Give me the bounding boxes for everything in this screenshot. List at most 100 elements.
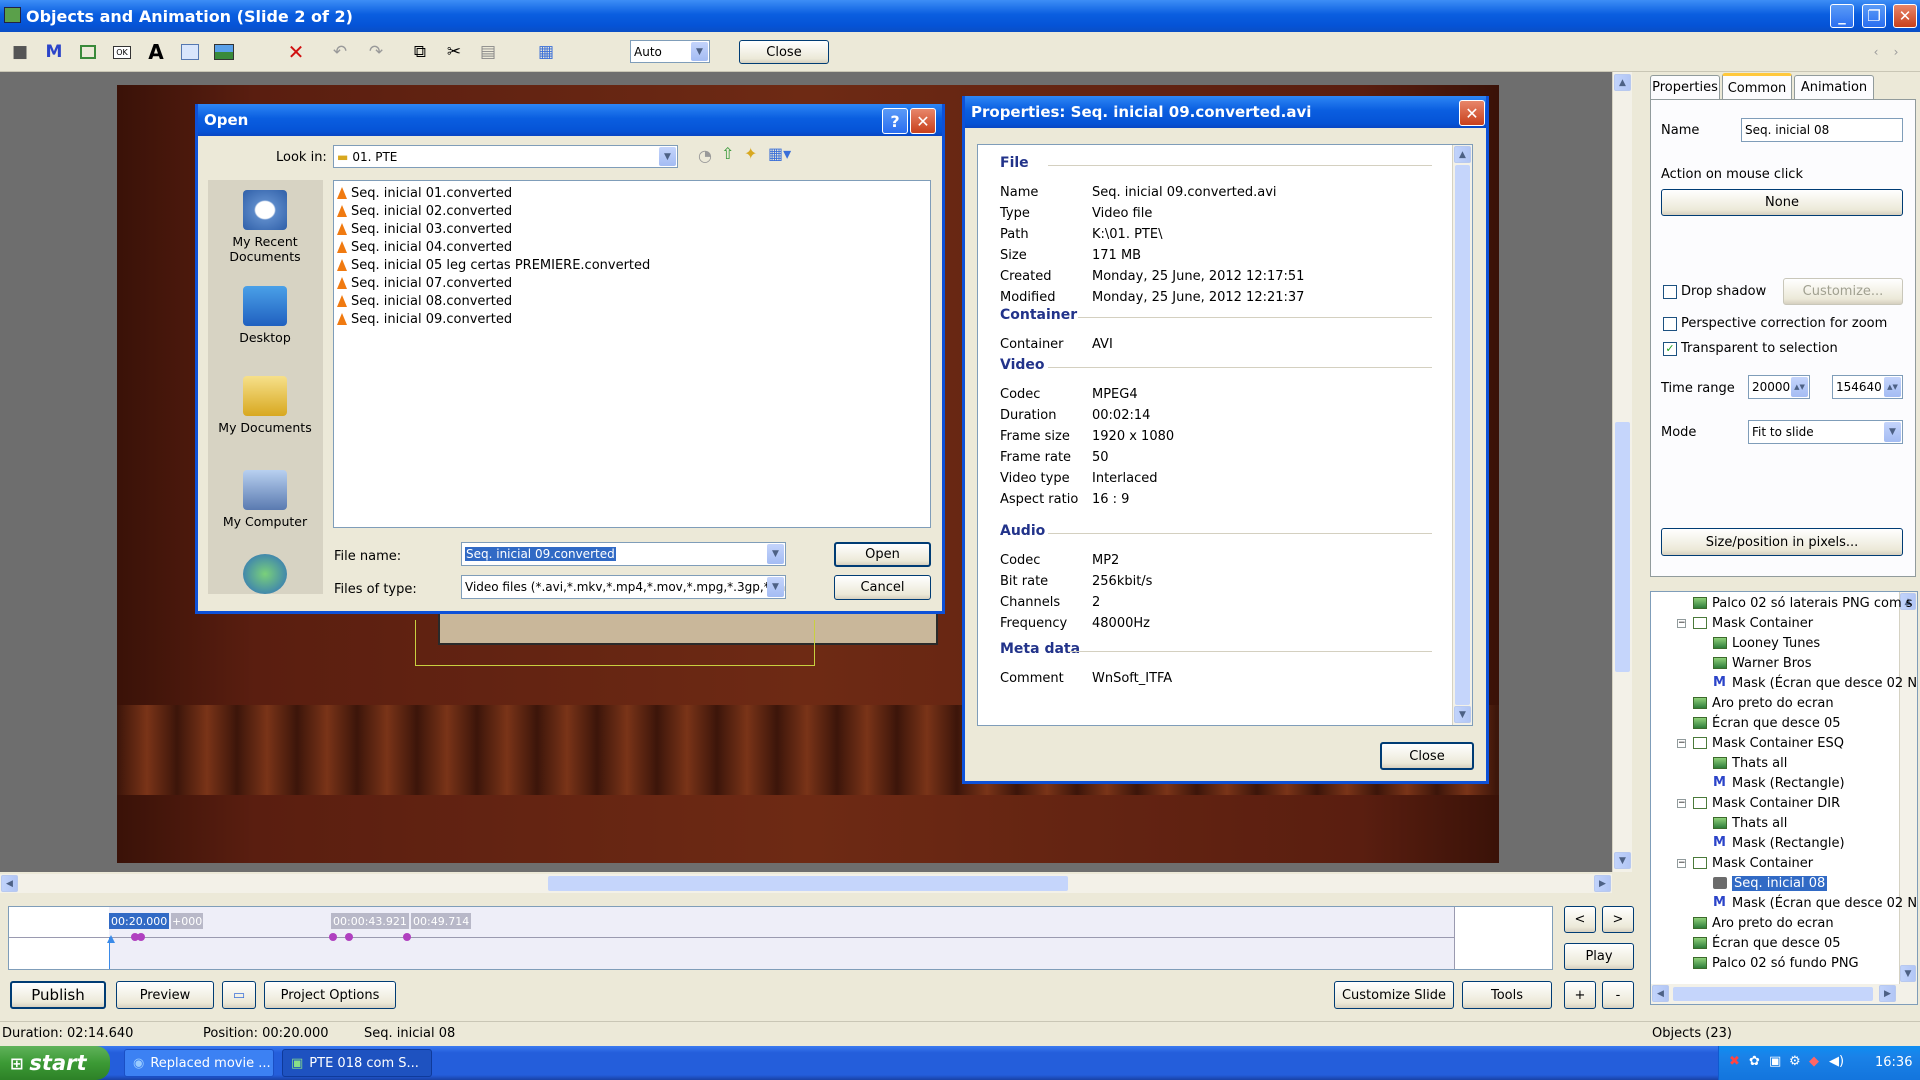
zoom-select[interactable]: Auto ▼ [630,40,710,63]
project-options-button[interactable]: Project Options [264,981,396,1009]
timeline[interactable]: 00:20.000 +000 00:00:43.921 00:49.714 [8,906,1553,970]
tree-item[interactable]: Thats all [1713,754,1787,772]
undo-icon[interactable]: ↶ [328,40,352,64]
paste-icon[interactable]: ▤ [476,40,500,64]
tools-button[interactable]: Tools [1462,981,1552,1009]
tab-common[interactable]: Common [1722,73,1792,100]
file-item[interactable]: Seq. inicial 08.converted [334,292,930,310]
place-desktop[interactable]: Desktop [209,286,321,345]
tree-item[interactable]: M Mask (Écran que desce 02 N [1713,894,1917,912]
keyframe-dot[interactable] [329,933,337,941]
tree-item[interactable]: M Mask (Rectangle) [1713,834,1845,852]
preview-button[interactable]: Preview [116,981,214,1009]
tree-item[interactable]: Aro preto do ecran [1693,694,1834,712]
tree-item[interactable]: Écran que desce 05 [1693,934,1841,952]
file-item[interactable]: Seq. inicial 01.converted [334,184,930,202]
object-tree[interactable]: ▲ ▼ ◀ ▶ Palco 02 só laterais PNG com s − M… [1650,591,1918,1005]
view-menu-icon[interactable]: ▦▾ [768,144,791,163]
volume-icon[interactable]: ◀) [1829,1054,1844,1069]
tree-item[interactable]: Mask Container [1693,854,1813,872]
transparent-checkbox[interactable]: ✓ [1663,342,1677,356]
tree-item[interactable]: Seq. inicial 08 [1713,874,1828,892]
file-name-input[interactable]: Seq. inicial 09.converted ▼ [461,542,786,566]
tree-collapse-icon[interactable]: − [1677,619,1686,628]
tree-item[interactable]: Aro preto do ecran [1693,914,1834,932]
scroll-right-icon[interactable]: ▶ [1879,985,1896,1002]
stage-hscrollbar[interactable]: ◀ ▶ [0,874,1612,893]
start-button[interactable]: ⊞ start [0,1046,110,1080]
close-window-button[interactable]: ✕ [1893,4,1917,28]
action-button[interactable]: None [1661,189,1903,216]
button-icon[interactable]: OK [110,40,134,64]
open-button[interactable]: Open [834,542,931,567]
time-from-input[interactable]: 20000 ▲▼ [1748,375,1810,399]
play-button[interactable]: Play [1564,943,1634,970]
scroll-left-icon[interactable]: ◀ [1,875,18,892]
properties-close-button[interactable]: Close [1380,742,1474,770]
remove-slide-button[interactable]: - [1602,981,1634,1009]
spinner-icon[interactable]: ▲▼ [1791,377,1808,397]
scroll-thumb[interactable] [1455,165,1470,705]
camera-icon[interactable]: ■ [8,40,32,64]
keyframe-dot[interactable] [137,933,145,941]
scroll-down-icon[interactable]: ▼ [1900,965,1916,982]
cut-icon[interactable]: ✂ [442,40,466,64]
scroll-right-icon[interactable]: ▶ [1594,875,1611,892]
publish-button[interactable]: Publish [10,981,106,1009]
tree-collapse-icon[interactable]: − [1677,799,1686,808]
tree-vscrollbar[interactable]: ▲ ▼ [1899,592,1917,984]
up-folder-icon[interactable]: ⇧ [721,144,734,163]
place-my-computer[interactable]: My Computer [209,470,321,529]
scroll-down-icon[interactable]: ▼ [1454,706,1471,723]
add-slide-button[interactable]: + [1564,981,1596,1009]
name-input[interactable]: Seq. inicial 08 [1741,118,1903,142]
file-item[interactable]: Seq. inicial 03.converted [334,220,930,238]
tray-icon[interactable]: ✿ [1749,1054,1760,1069]
look-in-select[interactable]: ▬ 01. PTE ▼ [333,145,678,168]
tree-item[interactable]: Écran que desce 05 [1693,714,1841,732]
tree-collapse-icon[interactable]: − [1677,859,1686,868]
file-item[interactable]: Seq. inicial 07.converted [334,274,930,292]
scroll-up-icon[interactable]: ▲ [1614,74,1631,91]
tree-item[interactable]: Mask Container ESQ [1693,734,1844,752]
properties-scrollbar[interactable]: ▲ ▼ [1452,145,1472,725]
timeline-track[interactable] [109,907,1454,969]
customize-slide-button[interactable]: Customize Slide [1334,981,1454,1009]
mask-icon[interactable]: M [42,40,66,64]
tree-item[interactable]: Mask Container [1693,614,1813,632]
time-to-input[interactable]: 154640 ▲▼ [1832,375,1903,399]
taskbar-item-pte[interactable]: ▣ PTE 018 com S... [282,1049,432,1077]
taskbar-item-replaced-movie[interactable]: ◉ Replaced movie ... [124,1049,274,1077]
scroll-down-icon[interactable]: ▼ [1614,852,1631,869]
tree-item[interactable]: Mask Container DIR [1693,794,1840,812]
customize-button[interactable]: Customize... [1783,278,1903,305]
slideshow-options-button[interactable]: ▭ [222,981,256,1009]
tab-animation[interactable]: Animation [1794,75,1874,99]
tray-icon[interactable]: ▣ [1769,1054,1781,1069]
toolbar-close-button[interactable]: Close [739,40,829,64]
tree-item[interactable]: Palco 02 só laterais PNG com s [1693,594,1913,612]
grid-icon[interactable]: ▦ [534,40,558,64]
file-item[interactable]: Seq. inicial 04.converted [334,238,930,256]
open-dialog-close-button[interactable]: ✕ [910,108,936,134]
mode-select[interactable]: Fit to slide ▼ [1748,420,1903,444]
timeline-marker-1[interactable]: 00:20.000 [109,913,170,929]
keyframe-dot[interactable] [345,933,353,941]
tree-collapse-icon[interactable]: − [1677,739,1686,748]
nav-right-icon[interactable]: › [1884,40,1908,64]
tree-hscrollbar[interactable]: ◀ ▶ [1651,984,1917,1004]
tray-icon[interactable]: ⚙ [1789,1054,1801,1069]
tray-icon[interactable]: ✖ [1729,1054,1740,1069]
cancel-button[interactable]: Cancel [834,575,931,600]
frame-icon[interactable] [178,40,202,64]
tray-icon[interactable]: ◆ [1809,1054,1819,1069]
rectangle-icon[interactable] [76,40,100,64]
timeline-marker-2[interactable]: 00:00:43.921 [331,913,409,929]
place-recent-documents[interactable]: My Recent Documents [209,190,321,264]
prev-button[interactable]: < [1564,906,1596,933]
new-folder-icon[interactable]: ✦ [744,144,757,163]
drop-shadow-checkbox[interactable] [1663,285,1677,299]
help-button[interactable]: ? [882,108,908,134]
scroll-thumb[interactable] [1615,422,1630,672]
timeline-marker-3[interactable]: 00:49.714 [411,913,472,929]
